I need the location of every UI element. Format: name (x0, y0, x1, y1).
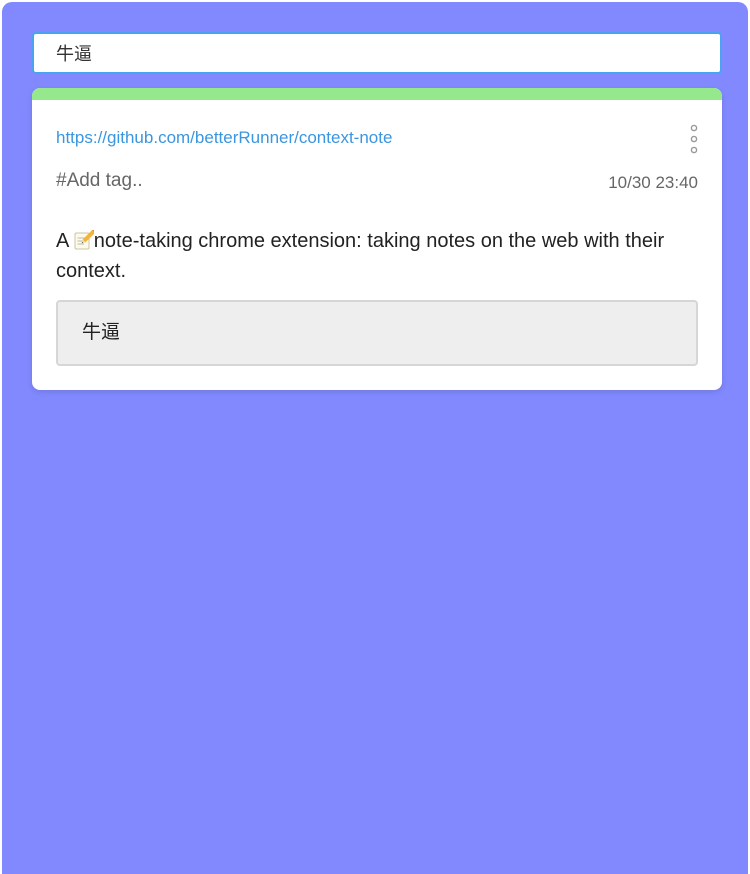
note-source-link[interactable]: https://github.com/betterRunner/context-… (56, 128, 392, 148)
popup-container: https://github.com/betterRunner/context-… (2, 2, 748, 874)
quote-prefix: A (56, 230, 74, 252)
search-bar (32, 32, 722, 74)
more-options-button[interactable] (686, 124, 702, 158)
note-timestamp: 10/30 23:40 (608, 173, 698, 192)
note-color-bar (32, 88, 722, 100)
note-comment[interactable]: 牛逼 (56, 300, 698, 366)
note-card: https://github.com/betterRunner/context-… (32, 88, 722, 390)
vertical-ellipsis-icon (690, 124, 698, 154)
quote-body: note-taking chrome extension: taking not… (56, 230, 665, 282)
pencil-memo-icon (74, 228, 97, 250)
search-input[interactable] (32, 32, 722, 74)
add-tag-input[interactable]: #Add tag.. (56, 170, 143, 192)
note-quote-text: A note-taking chrome extension: taking n… (56, 226, 696, 286)
